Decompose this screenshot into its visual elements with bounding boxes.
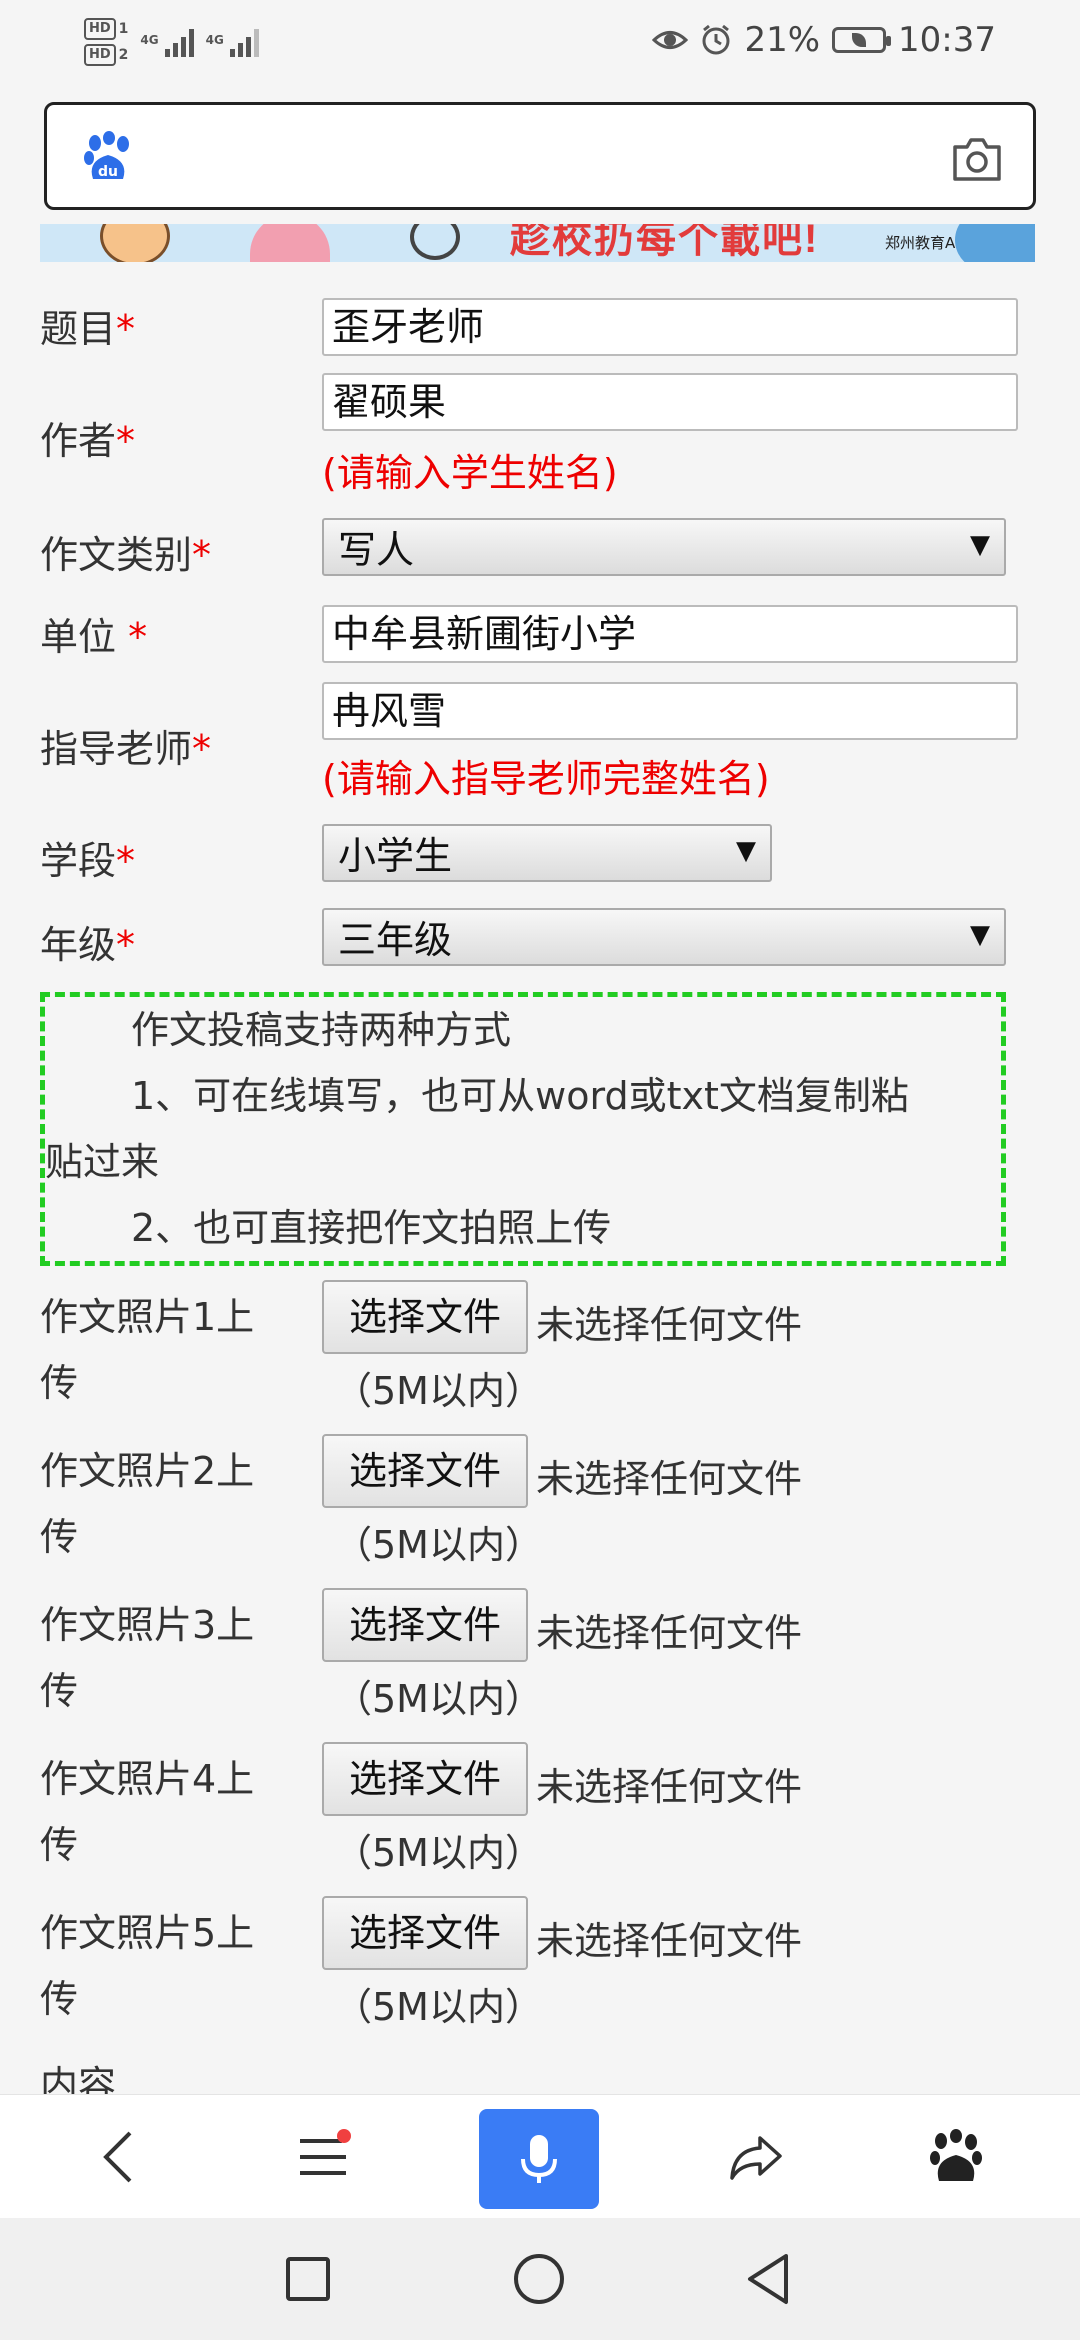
system-nav-bar [0,2218,1080,2340]
hd-badge-2: HD 2 [84,44,128,66]
home-button[interactable] [489,2218,589,2340]
file-limit-2: （5M以内） [334,1523,543,1567]
recent-apps-icon [286,2257,330,2301]
file-limit-1: （5M以内） [334,1369,543,1413]
upload-label-1: 作文照片1上传 [40,1295,255,1405]
back-button[interactable] [68,2095,168,2219]
banner-text: 趁校扔每个載吧! [510,224,820,261]
chevron-down-icon: ▼ [970,530,990,560]
grade-label: 年级* [40,923,136,967]
file-limit-4: （5M以内） [334,1831,543,1875]
category-select[interactable]: 写人 ▼ [322,518,1006,576]
battery-percent: 21% [744,20,821,60]
choose-file-button-5[interactable]: 选择文件 [322,1896,528,1970]
clock: 10:37 [898,20,996,60]
home-icon [514,2254,564,2304]
file-status-5: 未选择任何文件 [536,1919,803,1963]
choose-file-button-3[interactable]: 选择文件 [322,1588,528,1662]
file-limit-3: （5M以内） [334,1677,543,1721]
teacher-hint: (请输入指导老师完整姓名) [322,757,770,801]
baidu-paw-icon [930,2129,982,2181]
chevron-down-icon: ▼ [970,920,990,950]
signal-icon-2: 4G [206,27,259,57]
upload-label-4: 作文照片4上传 [40,1757,255,1867]
title-input[interactable]: 歪牙老师 [322,298,1018,356]
nav-back-button[interactable] [718,2218,818,2340]
menu-button[interactable] [273,2095,373,2219]
teacher-label: 指导老师* [40,727,212,771]
signal-icon-1: 4G [140,27,194,57]
file-status-4: 未选择任何文件 [536,1765,803,1809]
top-banner[interactable]: 趁校扔每个載吧! 郑州教育APP [40,224,1035,262]
stage-select[interactable]: 小学生 ▼ [322,824,772,882]
grade-select[interactable]: 三年级 ▼ [322,908,1006,966]
author-input[interactable]: 翟硕果 [322,373,1018,431]
browser-toolbar [0,2094,1080,2218]
camera-icon[interactable] [951,135,1003,183]
choose-file-button-1[interactable]: 选择文件 [322,1280,528,1354]
stage-label: 学段* [40,839,136,883]
status-bar: HD 1 HD 2 4G 4G 21% 10:37 [0,0,1080,90]
chevron-down-icon: ▼ [736,836,756,866]
file-status-1: 未选择任何文件 [536,1303,803,1347]
notice-line-2-cont: 贴过来 [45,1140,160,1184]
baidu-logo-icon: du [84,131,129,180]
author-label: 作者* [40,419,136,463]
upload-label-3: 作文照片3上传 [40,1603,255,1713]
svg-text:du: du [98,164,118,180]
back-icon [103,2131,132,2183]
status-right: 21% 10:37 [652,18,996,62]
unit-input[interactable]: 中牟县新圃街小学 [322,605,1018,663]
alarm-icon [702,24,730,55]
battery-icon [832,27,892,53]
notice-line-2: 1、可在线填写，也可从word或txt文档复制粘 [131,1074,909,1118]
mic-icon [521,2135,557,2183]
file-status-2: 未选择任何文件 [536,1457,803,1501]
choose-file-button-2[interactable]: 选择文件 [322,1434,528,1508]
teacher-input[interactable]: 冉风雪 [322,682,1018,740]
category-label: 作文类别* [40,533,212,577]
voice-search-button[interactable] [479,2109,599,2209]
file-limit-5: （5M以内） [334,1985,543,2029]
hd-badge-1: HD 1 [84,18,128,40]
notification-dot [337,2129,351,2143]
share-button[interactable] [706,2095,806,2219]
choose-file-button-4[interactable]: 选择文件 [322,1742,528,1816]
baidu-home-button[interactable] [906,2095,1006,2219]
status-left: HD 1 HD 2 4G 4G [84,12,259,72]
title-label: 题目* [40,307,136,351]
back-nav-icon [748,2254,788,2304]
submission-notice: 作文投稿支持两种方式 1、可在线填写，也可从word或txt文档复制粘 贴过来 … [40,992,1006,1266]
upload-label-2: 作文照片2上传 [40,1449,255,1559]
eye-comfort-icon [652,31,689,49]
recent-apps-button[interactable] [258,2218,358,2340]
notice-line-1: 作文投稿支持两种方式 [131,1008,512,1052]
share-icon [730,2136,782,2180]
notice-line-3: 2、也可直接把作文拍照上传 [131,1206,612,1250]
author-hint: (请输入学生姓名) [322,451,618,495]
search-bar[interactable]: du [44,102,1036,210]
unit-label: 单位 * [40,615,148,659]
file-status-3: 未选择任何文件 [536,1611,803,1655]
upload-label-5: 作文照片5上传 [40,1911,255,2021]
